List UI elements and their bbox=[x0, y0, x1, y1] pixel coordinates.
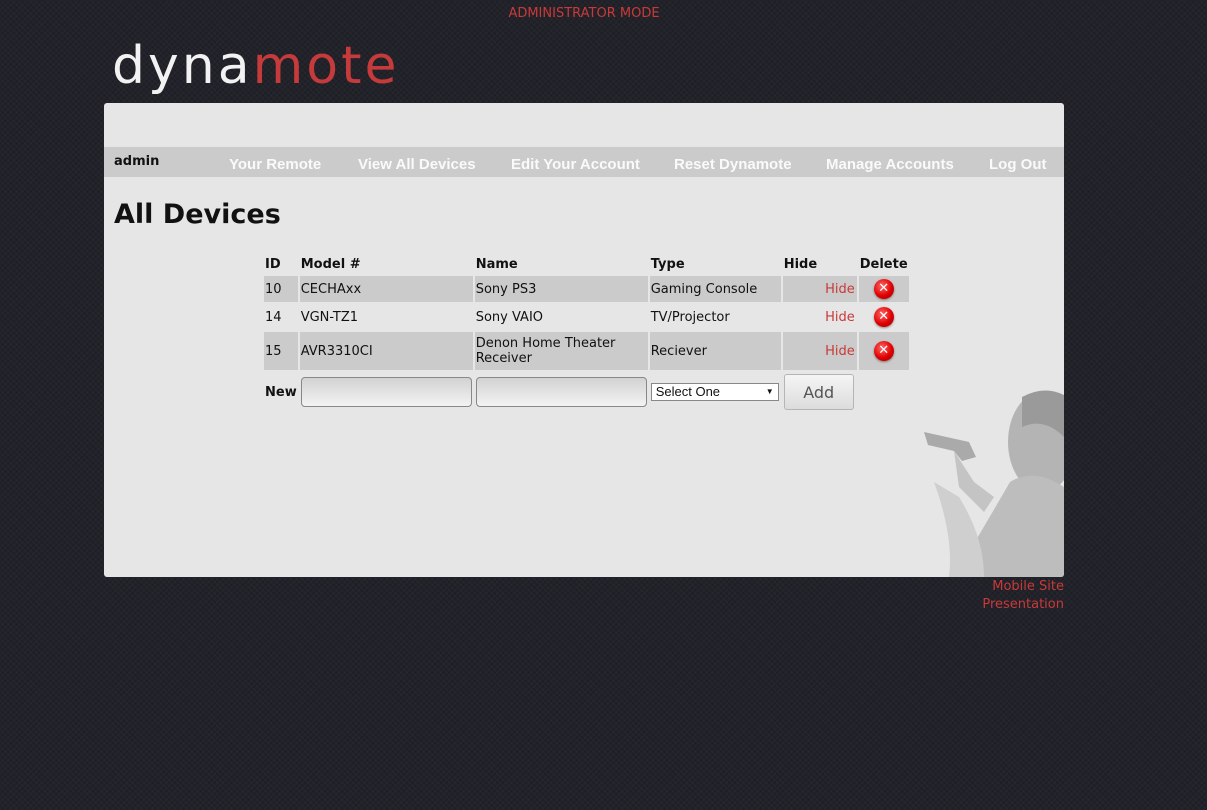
cell-type: TV/Projector bbox=[650, 309, 730, 325]
cell-model: CECHAxx bbox=[299, 276, 473, 302]
mobile-site-link[interactable]: Mobile Site bbox=[904, 578, 1064, 596]
cell-model: VGN-TZ1 bbox=[300, 309, 359, 325]
table-row: 10 CECHAxx Sony PS3 Gaming Console Hide … bbox=[264, 276, 909, 302]
new-name-cell bbox=[475, 372, 648, 412]
new-name-input[interactable] bbox=[475, 377, 647, 407]
new-label-cell: New bbox=[264, 372, 298, 412]
cell-hide: Hide bbox=[782, 332, 857, 370]
new-type-cell: Select One ▼ bbox=[650, 372, 781, 412]
add-cell: Add bbox=[783, 372, 857, 412]
delete-icon[interactable]: ✕ bbox=[873, 341, 894, 361]
nav-your-remote[interactable]: Your Remote bbox=[229, 156, 321, 173]
new-model-cell bbox=[300, 372, 473, 412]
cell-id: 15 bbox=[264, 332, 298, 370]
cell-model: AVR3310CI bbox=[299, 332, 473, 370]
hide-link[interactable]: Hide bbox=[825, 282, 856, 297]
new-device-row: New Select One ▼ Add bbox=[264, 372, 909, 412]
table-row: 14 VGN-TZ1 Sony VAIO TV/Projector Hide ✕ bbox=[264, 304, 909, 330]
header-name: Name bbox=[475, 256, 518, 272]
header-delete: Delete bbox=[859, 256, 908, 272]
cell-hide: Hide bbox=[782, 276, 857, 302]
main-panel: admin Your Remote View All Devices Edit … bbox=[104, 103, 1064, 577]
hide-link[interactable]: Hide bbox=[825, 344, 856, 359]
cell-name: Denon Home Theater Receiver bbox=[474, 332, 648, 370]
presentation-link[interactable]: Presentation bbox=[904, 596, 1064, 614]
table-row: 15 AVR3310CI Denon Home Theater Receiver… bbox=[264, 332, 909, 370]
new-label: New bbox=[265, 384, 297, 400]
cell-type: Reciever bbox=[649, 332, 781, 370]
current-user-label: admin bbox=[114, 154, 160, 169]
administrator-mode-banner: ADMINISTRATOR MODE bbox=[508, 6, 660, 21]
nav-reset-dynamote[interactable]: Reset Dynamote bbox=[674, 156, 792, 173]
dynamote-logo[interactable]: dynamote bbox=[112, 34, 399, 98]
cell-id: 14 bbox=[265, 309, 282, 325]
chevron-down-icon: ▼ bbox=[765, 387, 774, 396]
table-header-row: ID Model # Name Type Hide Delete bbox=[264, 254, 909, 274]
header-type: Type bbox=[650, 256, 685, 272]
nav-log-out[interactable]: Log Out bbox=[989, 156, 1046, 173]
header-model: Model # bbox=[300, 256, 361, 272]
nav-view-all-devices[interactable]: View All Devices bbox=[358, 156, 476, 173]
logo-text-part1: dyna bbox=[112, 36, 253, 96]
cell-id: 10 bbox=[264, 276, 298, 302]
devices-table: ID Model # Name Type Hide Delete 10 CECH… bbox=[262, 252, 911, 414]
cell-delete: ✕ bbox=[859, 304, 909, 330]
type-select-value: Select One bbox=[655, 384, 721, 399]
cell-delete: ✕ bbox=[858, 332, 909, 370]
cell-delete: ✕ bbox=[858, 276, 909, 302]
header-id: ID bbox=[265, 256, 281, 272]
add-button[interactable]: Add bbox=[783, 374, 854, 410]
page-title: All Devices bbox=[114, 199, 281, 230]
footer-links: Mobile Site Presentation bbox=[904, 578, 1064, 614]
nav-manage-accounts[interactable]: Manage Accounts bbox=[826, 156, 954, 173]
header-hide: Hide bbox=[783, 256, 818, 272]
hide-link[interactable]: Hide bbox=[825, 310, 856, 325]
type-select[interactable]: Select One ▼ bbox=[650, 383, 779, 401]
logo-text-part2: mote bbox=[252, 36, 400, 96]
cell-name: Sony VAIO bbox=[475, 309, 544, 325]
cell-name: Sony PS3 bbox=[474, 276, 648, 302]
empty-cell bbox=[859, 372, 909, 412]
new-model-input[interactable] bbox=[300, 377, 472, 407]
delete-icon[interactable]: ✕ bbox=[873, 279, 894, 299]
gunman-illustration bbox=[924, 390, 1064, 577]
nav-bar: admin Your Remote View All Devices Edit … bbox=[104, 147, 1064, 177]
delete-icon[interactable]: ✕ bbox=[873, 307, 894, 327]
cell-type: Gaming Console bbox=[649, 276, 781, 302]
nav-edit-your-account[interactable]: Edit Your Account bbox=[511, 156, 640, 173]
cell-hide: Hide bbox=[783, 304, 857, 330]
